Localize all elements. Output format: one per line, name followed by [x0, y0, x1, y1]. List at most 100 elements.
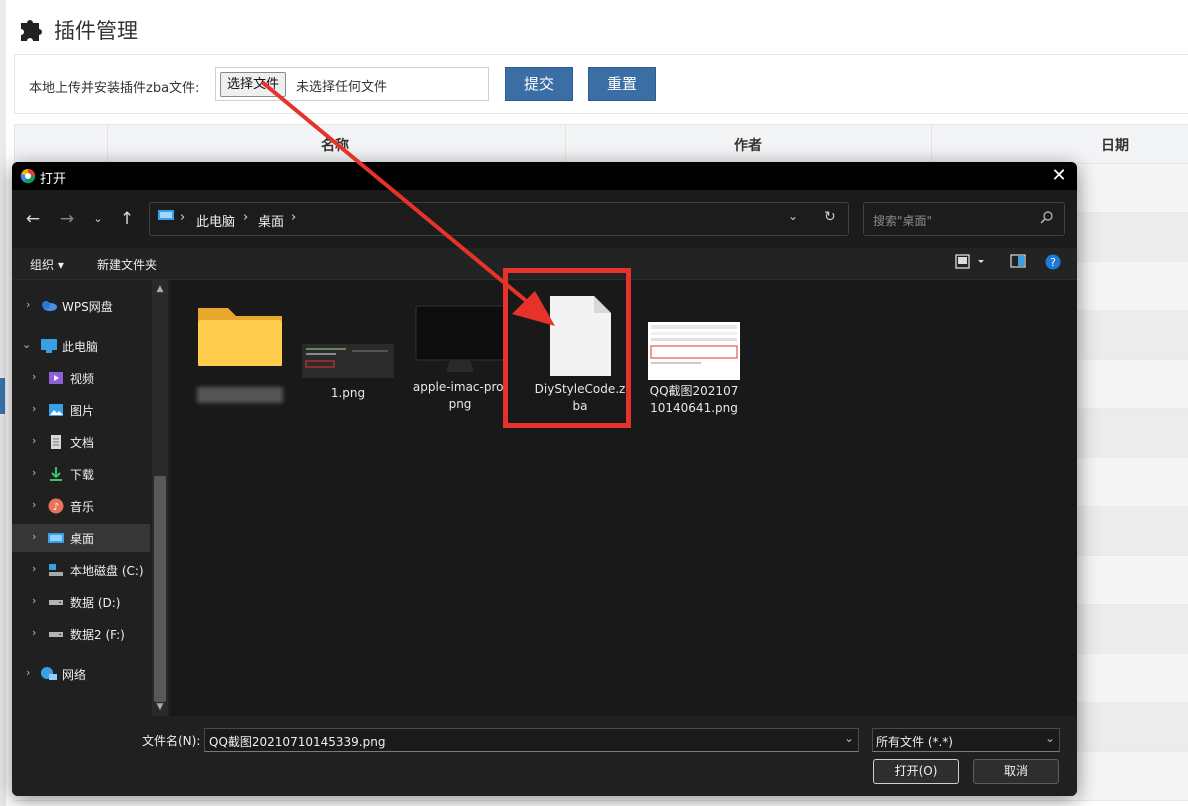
dialog-toolbar: 组织 ▾ 新建文件夹 ?	[12, 248, 1077, 280]
help-icon[interactable]: ?	[1045, 254, 1061, 274]
preview-pane-icon[interactable]	[1010, 254, 1026, 272]
document-icon	[48, 434, 64, 450]
sidebar-scrollbar[interactable]: ▲ ▼	[152, 280, 168, 716]
video-icon	[48, 370, 64, 386]
sidebar-item-drive-f[interactable]: › 数据2 (F:)	[12, 620, 150, 648]
filetype-select[interactable]: 所有文件 (*.*) ⌄	[872, 728, 1060, 752]
view-mode-icon[interactable]	[955, 254, 985, 274]
recent-locations-chevron-icon[interactable]: ⌄	[87, 208, 109, 230]
page-title: 插件管理	[18, 14, 138, 46]
chevron-down-icon[interactable]: ⌄	[22, 338, 31, 351]
back-arrow-icon[interactable]: ←	[22, 208, 44, 230]
file-item[interactable]: 1.png	[300, 344, 396, 402]
filename-input[interactable]: QQ截图20210710145339.png ⌄	[204, 728, 859, 752]
browser-logo-icon	[20, 168, 36, 188]
column-header-author: 作者	[734, 138, 762, 154]
dialog-title: 打开	[40, 172, 67, 187]
download-icon	[48, 466, 64, 482]
close-icon[interactable]: ✕	[1047, 164, 1071, 188]
column-header-name: 名称	[321, 138, 349, 154]
submit-button[interactable]: 提交	[505, 67, 573, 101]
open-button[interactable]: 打开(O)	[873, 759, 959, 784]
sidebar-label: 音乐	[70, 500, 95, 514]
sidebar-label: 此电脑	[62, 340, 99, 354]
cloud-icon	[40, 298, 57, 314]
search-icon	[1040, 210, 1054, 228]
scroll-up-icon[interactable]: ▲	[152, 284, 168, 294]
puzzle-icon	[18, 14, 46, 46]
sidebar-item-wps-cloud[interactable]: › WPS网盘	[12, 292, 150, 320]
blurred-folder-name	[197, 387, 283, 403]
picture-icon	[48, 402, 64, 418]
imac-thumbnail	[414, 305, 506, 379]
sidebar-label: 图片	[70, 404, 95, 418]
forward-arrow-icon[interactable]: →	[56, 208, 78, 230]
sidebar-item-music[interactable]: › ♪ 音乐	[12, 492, 150, 520]
chevron-down-icon[interactable]: ⌄	[1045, 731, 1055, 745]
breadcrumb-this-pc[interactable]: 此电脑	[196, 211, 235, 230]
sidebar-item-downloads[interactable]: › 下载	[12, 460, 150, 488]
breadcrumb-desktop[interactable]: 桌面	[258, 211, 284, 230]
sidebar-label: 数据 (D:)	[70, 596, 121, 610]
breadcrumb-separator-icon: ›	[291, 210, 297, 225]
chevron-right-icon[interactable]: ›	[32, 370, 36, 383]
sidebar-item-this-pc[interactable]: ⌄ 此电脑	[12, 332, 150, 360]
file-item[interactable]: apple-imac-pro.png	[412, 304, 508, 413]
file-input[interactable]: 选择文件 未选择任何文件	[215, 67, 489, 101]
scrollbar-thumb[interactable]	[154, 476, 166, 702]
new-folder-button[interactable]: 新建文件夹	[97, 256, 157, 273]
chevron-right-icon[interactable]: ›	[32, 562, 36, 575]
chevron-right-icon[interactable]: ›	[32, 434, 36, 447]
chevron-right-icon[interactable]: ›	[32, 530, 36, 543]
left-nav-strip	[0, 0, 6, 806]
chevron-right-icon[interactable]: ›	[32, 498, 36, 511]
sidebar-label: 本地磁盘 (C:)	[70, 564, 144, 578]
chevron-right-icon[interactable]: ›	[26, 666, 30, 679]
system-drive-icon	[48, 562, 64, 578]
no-file-text: 未选择任何文件	[296, 80, 388, 95]
sidebar-item-network[interactable]: › 网络	[12, 660, 150, 688]
drive-icon	[48, 626, 64, 642]
refresh-icon[interactable]: ↻	[824, 209, 836, 225]
page-title-text: 插件管理	[54, 19, 138, 43]
scroll-down-icon[interactable]: ▼	[152, 702, 168, 712]
chevron-right-icon[interactable]: ›	[32, 466, 36, 479]
cancel-button[interactable]: 取消	[973, 759, 1059, 784]
chevron-right-icon[interactable]: ›	[32, 594, 36, 607]
sidebar-item-drive-c[interactable]: › 本地磁盘 (C:)	[12, 556, 150, 584]
table-right-column	[1077, 164, 1188, 806]
svg-text:?: ?	[1050, 256, 1056, 269]
chevron-down-icon[interactable]: ⌄	[844, 731, 854, 745]
sidebar-item-documents[interactable]: › 文档	[12, 428, 150, 456]
sidebar-item-drive-d[interactable]: › 数据 (D:)	[12, 588, 150, 616]
code-screenshot-thumbnail	[302, 344, 394, 381]
plugin-table-header: 名称 作者 日期	[14, 124, 1188, 165]
organize-menu[interactable]: 组织 ▾	[30, 256, 64, 273]
file-item-folder[interactable]	[192, 300, 288, 403]
reset-button[interactable]: 重置	[588, 67, 656, 101]
sidebar-label: 文档	[70, 436, 95, 450]
computer-icon	[40, 338, 57, 354]
filetype-value: 所有文件 (*.*)	[876, 735, 953, 749]
desktop-icon	[48, 530, 64, 546]
file-item[interactable]: QQ截图20210710140641.png	[646, 322, 742, 417]
chevron-right-icon[interactable]: ›	[26, 298, 30, 311]
sidebar-item-desktop[interactable]: › 桌面	[12, 524, 150, 552]
sidebar-item-pictures[interactable]: › 图片	[12, 396, 150, 424]
up-arrow-icon[interactable]: ↑	[116, 208, 138, 230]
sidebar-item-videos[interactable]: › 视频	[12, 364, 150, 392]
sidebar-label: 桌面	[70, 532, 95, 546]
breadcrumb-separator-icon: ›	[243, 210, 249, 225]
upload-form: 本地上传并安装插件zba文件: 选择文件 未选择任何文件 提交 重置	[14, 54, 1188, 114]
filename-label: 文件名(N):	[142, 734, 201, 748]
breadcrumb-separator-icon: ›	[180, 210, 186, 225]
address-dropdown-icon[interactable]: ⌄	[788, 209, 798, 223]
file-item-diystylecode[interactable]: DiyStyleCode.zba	[532, 294, 628, 415]
search-box[interactable]: 搜索"桌面"	[863, 202, 1065, 236]
choose-file-button[interactable]: 选择文件	[220, 72, 287, 97]
chevron-right-icon[interactable]: ›	[32, 402, 36, 415]
dialog-footer: 文件名(N): QQ截图20210710145339.png ⌄ 所有文件 (*…	[12, 716, 1077, 796]
upload-label: 本地上传并安装插件zba文件:	[29, 81, 200, 96]
address-bar[interactable]: › 此电脑 › 桌面 › ⌄ ↻	[149, 202, 849, 236]
chevron-right-icon[interactable]: ›	[32, 626, 36, 639]
